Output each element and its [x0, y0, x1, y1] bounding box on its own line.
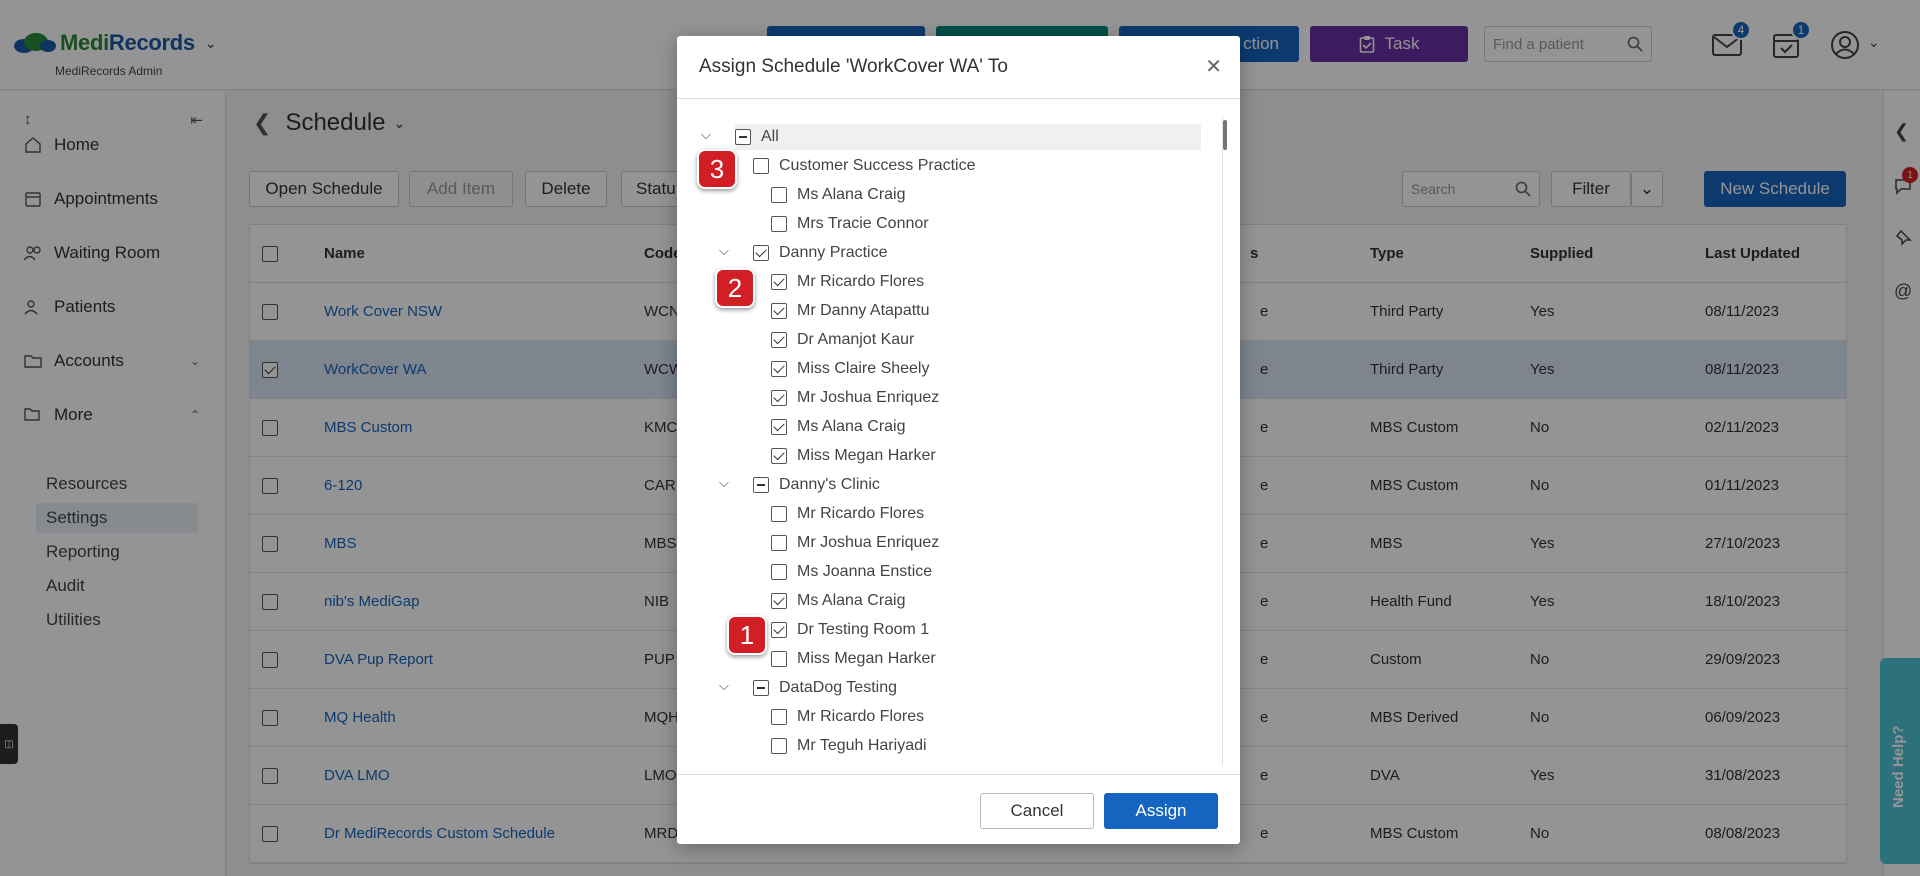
tree-leaf[interactable]: Mr Joshua Enriquez [771, 385, 939, 411]
checkbox[interactable] [771, 361, 787, 377]
checkbox[interactable] [771, 651, 787, 667]
chevron-down-icon[interactable]: ⌵ [701, 127, 711, 143]
chevron-down-icon[interactable]: ⌵ [719, 243, 729, 259]
tree-leaf[interactable]: Miss Megan Harker [771, 443, 936, 469]
cancel-button[interactable]: Cancel [980, 793, 1094, 829]
checkbox[interactable] [735, 129, 751, 145]
tree-label: Mr Ricardo Flores [797, 273, 925, 290]
tree-leaf[interactable]: Mr Teguh Hariyadi [771, 733, 927, 759]
tree-group[interactable]: DataDog Testing [753, 675, 897, 701]
assign-schedule-dialog: Assign Schedule 'WorkCover WA' To ✕ ⌵ All… [677, 36, 1240, 844]
tree-leaf[interactable]: Dr Amanjot Kaur [771, 327, 914, 353]
tree-leaf[interactable]: Ms Alana Craig [771, 414, 906, 440]
callout-badge-3: 3 [697, 149, 737, 189]
tree-label: Dr Testing Room 1 [797, 621, 930, 638]
tree-leaf[interactable]: Ms Joanna Enstice [771, 559, 932, 585]
tree-leaf[interactable]: Mr Ricardo Flores [771, 501, 924, 527]
tree-label: Miss Claire Sheely [797, 360, 930, 377]
assign-tree: ⌵ All Customer Success Practice Ms Alana Cr… [677, 100, 1240, 774]
checkbox[interactable] [771, 332, 787, 348]
tree-leaf[interactable]: Mr Ricardo Flores [771, 704, 924, 730]
tree-leaf[interactable]: Ms Alana Craig [771, 588, 906, 614]
scrollbar-track[interactable] [1222, 116, 1223, 766]
tree-leaf[interactable]: Mrs Tracie Connor [771, 211, 929, 237]
dialog-footer: Cancel Assign [677, 774, 1240, 844]
tree-label: Mr Ricardo Flores [797, 708, 925, 725]
checkbox[interactable] [753, 680, 769, 696]
tree-label: Mr Danny Atapattu [797, 302, 930, 319]
tree-label: Ms Joanna Enstice [797, 563, 933, 580]
tree-leaf[interactable]: Miss Megan Harker [771, 646, 936, 672]
checkbox[interactable] [771, 535, 787, 551]
tree-label: Mr Joshua Enriquez [797, 389, 940, 406]
checkbox[interactable] [753, 245, 769, 261]
tree-leaf[interactable]: Mr Joshua Enriquez [771, 530, 939, 556]
chevron-down-icon[interactable]: ⌵ [719, 678, 729, 694]
callout-badge-1: 1 [727, 615, 767, 655]
checkbox[interactable] [771, 303, 787, 319]
tree-label: Miss Megan Harker [797, 650, 936, 667]
tree-leaf[interactable]: Miss Claire Sheely [771, 356, 929, 382]
callout-badge-2: 2 [715, 268, 755, 308]
tree-label: Customer Success Practice [779, 157, 976, 174]
checkbox[interactable] [771, 593, 787, 609]
tree-label: Dr Amanjot Kaur [797, 331, 915, 348]
tree-group[interactable]: Danny Practice [753, 240, 888, 266]
tree-label: Mr Teguh Hariyadi [797, 737, 927, 754]
dialog-header: Assign Schedule 'WorkCover WA' To ✕ [677, 36, 1240, 99]
checkbox[interactable] [771, 622, 787, 638]
checkbox[interactable] [771, 709, 787, 725]
checkbox[interactable] [771, 187, 787, 203]
tree-label: Mr Joshua Enriquez [797, 534, 940, 551]
tree-label: Danny Practice [779, 244, 888, 261]
tree-label: Ms Alana Craig [797, 418, 906, 435]
tree-label: Ms Alana Craig [797, 592, 906, 609]
assign-button[interactable]: Assign [1104, 793, 1218, 829]
checkbox[interactable] [753, 158, 769, 174]
tree-label: All [761, 128, 779, 145]
scrollbar-thumb[interactable] [1223, 120, 1227, 150]
tree-root[interactable]: All [735, 124, 1201, 150]
checkbox[interactable] [771, 506, 787, 522]
checkbox[interactable] [771, 448, 787, 464]
tree-leaf[interactable]: Mr Danny Atapattu [771, 298, 930, 324]
tree-label: Danny's Clinic [779, 476, 880, 493]
tree-label: Miss Megan Harker [797, 447, 936, 464]
tree-label: Ms Alana Craig [797, 186, 906, 203]
tree-label: Mr Ricardo Flores [797, 505, 925, 522]
checkbox[interactable] [771, 564, 787, 580]
checkbox[interactable] [771, 216, 787, 232]
tree-group[interactable]: Danny's Clinic [753, 472, 880, 498]
checkbox[interactable] [771, 419, 787, 435]
checkbox[interactable] [753, 477, 769, 493]
checkbox[interactable] [771, 390, 787, 406]
chevron-down-icon[interactable]: ⌵ [719, 475, 729, 491]
tree-group[interactable]: Customer Success Practice [753, 153, 976, 179]
checkbox[interactable] [771, 274, 787, 290]
checkbox[interactable] [771, 738, 787, 754]
tree-label: DataDog Testing [779, 679, 897, 696]
tree-label: Mrs Tracie Connor [797, 215, 929, 232]
close-icon[interactable]: ✕ [1205, 54, 1222, 79]
tree-leaf[interactable]: Mr Ricardo Flores [771, 269, 924, 295]
dialog-title: Assign Schedule 'WorkCover WA' To [699, 56, 1008, 77]
tree-leaf[interactable]: Ms Alana Craig [771, 182, 906, 208]
tree-leaf[interactable]: Dr Testing Room 1 [771, 617, 929, 643]
